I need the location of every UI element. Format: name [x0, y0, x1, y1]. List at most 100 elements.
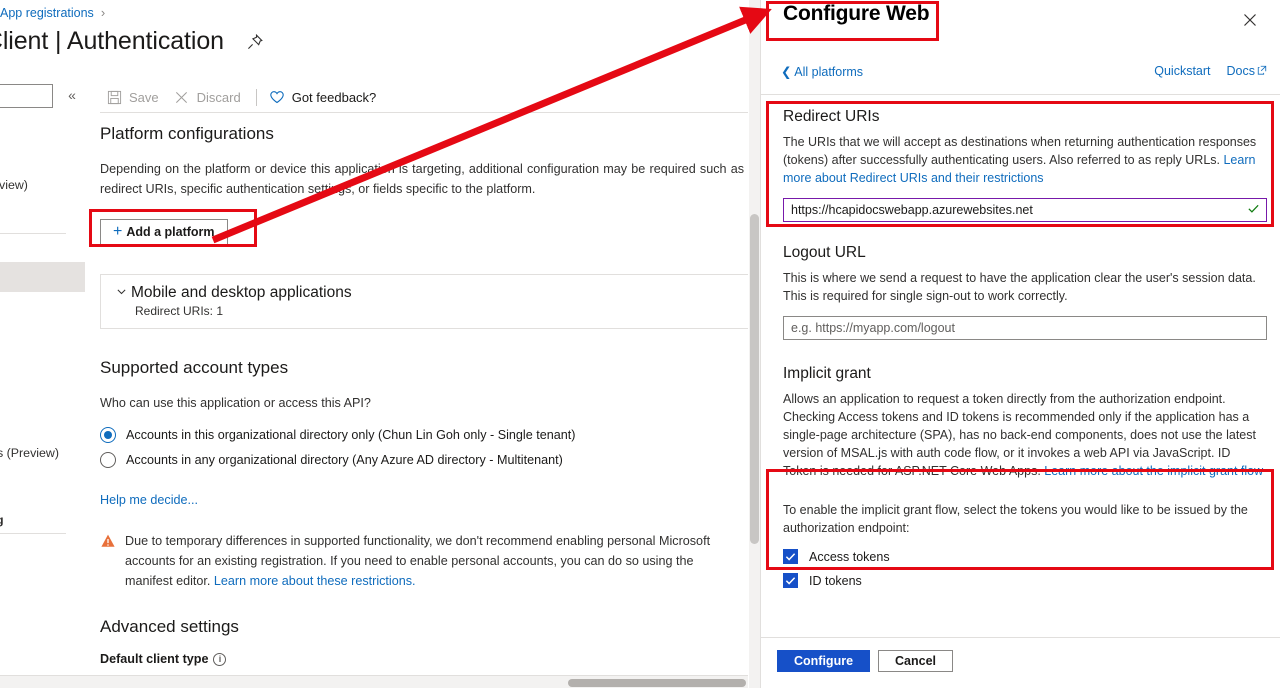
add-a-platform-button[interactable]: + Add a platform: [100, 219, 228, 245]
default-client-type-row: Default client type i: [100, 652, 748, 666]
redirect-uris-description: The URIs that we will accept as destinat…: [783, 135, 1257, 167]
logout-url-section: Logout URL This is where we send a reque…: [761, 222, 1280, 340]
advanced-settings-heading: Advanced settings: [100, 617, 239, 636]
main-content-area: App registrations › thcareClient | Authen…: [0, 0, 748, 688]
save-label: Save: [129, 89, 159, 105]
help-me-decide-link[interactable]: Help me decide...: [100, 493, 198, 507]
add-a-platform-label: Add a platform: [126, 225, 215, 239]
got-feedback-button[interactable]: Got feedback?: [263, 82, 386, 112]
restrictions-learn-more-link[interactable]: Learn more about these restrictions.: [214, 574, 416, 588]
platform-card-mobile-desktop[interactable]: Mobile and desktop applications Redirect…: [100, 274, 748, 329]
authentication-settings: Platform configurations Depending on the…: [100, 124, 748, 688]
radio-row-single-tenant[interactable]: Accounts in this organizational director…: [100, 427, 748, 443]
page-title: thcareClient | Authentication: [0, 27, 224, 55]
default-client-type-label: Default client type: [100, 652, 209, 666]
logout-url-description: This is where we send a request to have …: [783, 271, 1256, 303]
platform-card-header: Mobile and desktop applications: [101, 284, 748, 302]
redirect-uri-input[interactable]: [783, 198, 1267, 222]
platform-card-title: Mobile and desktop applications: [131, 284, 352, 301]
checkmark-icon: [1247, 202, 1260, 218]
redirect-uri-input-wrap: [783, 198, 1267, 222]
rail-divider-2: [0, 533, 66, 534]
page-title-row: thcareClient | Authentication: [0, 27, 264, 56]
all-platforms-label: All platforms: [794, 65, 864, 79]
info-icon[interactable]: i: [213, 653, 227, 666]
personal-accounts-warning: Due to temporary differences in supporte…: [100, 531, 720, 591]
checkbox-access-tokens[interactable]: [783, 549, 798, 564]
discard-label: Discard: [196, 89, 241, 105]
implicit-grant-tokens-section: To enable the implicit grant flow, selec…: [761, 480, 1280, 588]
panel-footer-rule: [761, 637, 1280, 638]
implicit-grant-learn-more-link[interactable]: Learn more about the implicit grant flow: [1044, 464, 1263, 478]
docs-link[interactable]: Docs: [1227, 64, 1267, 78]
command-bar-divider: [255, 88, 257, 106]
search-input[interactable]: [0, 84, 53, 108]
radio-multitenant[interactable]: [100, 452, 116, 468]
redirect-uris-heading: Redirect URIs: [783, 108, 880, 125]
save-button[interactable]: Save: [100, 82, 168, 112]
chevron-down-icon[interactable]: [115, 285, 131, 301]
warning-text: Due to temporary differences in supporte…: [125, 534, 711, 588]
radio-single-tenant[interactable]: [100, 427, 116, 443]
checkbox-row-id-tokens[interactable]: ID tokens: [783, 573, 1263, 588]
collapse-menu-button[interactable]: «: [62, 85, 82, 105]
redirect-uris-description-block: The URIs that we will accept as destinat…: [783, 133, 1263, 187]
rail-fragment-connectors: ors (Preview): [0, 446, 59, 460]
horizontal-scrollbar-thumb[interactable]: [568, 679, 746, 687]
checkbox-row-access-tokens[interactable]: Access tokens: [783, 549, 1263, 564]
panel-title: Configure Web: [783, 2, 930, 25]
plus-icon: +: [113, 223, 123, 240]
horizontal-scrollbar[interactable]: [0, 675, 748, 688]
rail-divider-1: [0, 233, 66, 234]
panel-help-links: Quickstart Docs: [1154, 64, 1267, 78]
panel-footer: Configure Cancel: [777, 650, 954, 672]
implicit-grant-heading: Implicit grant: [783, 365, 871, 382]
warning-icon: [100, 533, 116, 549]
platform-configurations-heading: Platform configurations: [100, 124, 274, 143]
panel-body: Redirect URIs The URIs that we will acce…: [761, 100, 1280, 588]
discard-icon: [174, 89, 190, 105]
checkbox-label-id-tokens: ID tokens: [809, 573, 862, 588]
chevron-left-icon: ❮: [781, 65, 792, 79]
save-icon: [106, 89, 122, 105]
external-link-icon: [1257, 64, 1267, 78]
configure-button[interactable]: Configure: [777, 650, 871, 672]
redirect-uris-section: Redirect URIs The URIs that we will acce…: [761, 100, 1280, 222]
breadcrumb: App registrations ›: [0, 5, 105, 20]
platform-configurations-description: Depending on the platform or device this…: [100, 162, 744, 196]
breadcrumb-app-registrations[interactable]: App registrations: [0, 6, 94, 20]
rail-selected-item: [0, 262, 85, 292]
quickstart-link[interactable]: Quickstart: [1154, 64, 1210, 78]
radio-row-multitenant[interactable]: Accounts in any organizational directory…: [100, 452, 748, 468]
command-bar-rule: [100, 112, 748, 113]
implicit-grant-section: Implicit grant Allows an application to …: [761, 340, 1280, 480]
breadcrumb-separator: ›: [100, 5, 106, 20]
rail-fragment-preview: review): [0, 178, 28, 192]
all-platforms-back-link[interactable]: ❮ All platforms: [781, 64, 863, 79]
radio-label-multitenant: Accounts in any organizational directory…: [126, 453, 563, 467]
platform-card-subtitle: Redirect URIs: 1: [135, 304, 224, 318]
rail-fragment-heading: g: [0, 513, 4, 527]
supported-account-types-heading: Supported account types: [100, 358, 289, 377]
logout-url-input[interactable]: [783, 316, 1267, 340]
docs-label: Docs: [1226, 64, 1255, 78]
panel-header-rule: [761, 94, 1280, 95]
cancel-button[interactable]: Cancel: [878, 650, 954, 672]
got-feedback-label: Got feedback?: [291, 89, 377, 105]
heart-icon: [269, 89, 285, 105]
logout-url-heading: Logout URL: [783, 244, 866, 261]
discard-button[interactable]: Discard: [168, 82, 250, 112]
close-icon[interactable]: [1237, 7, 1263, 33]
implicit-grant-description-block: Allows an application to request a token…: [783, 390, 1267, 480]
warning-text-block: Due to temporary differences in supporte…: [125, 531, 720, 591]
azure-portal-screenshot: App registrations › thcareClient | Authen…: [0, 0, 1280, 688]
radio-label-single-tenant: Accounts in this organizational director…: [126, 428, 576, 442]
implicit-grant-instruction: To enable the implicit grant flow, selec…: [783, 503, 1248, 535]
checkbox-id-tokens[interactable]: [783, 573, 798, 588]
configure-web-panel: Configure Web ❮ All platforms Quickstart…: [760, 0, 1280, 688]
command-bar: Save Discard Got feedback?: [100, 82, 385, 112]
pin-icon[interactable]: [246, 33, 264, 51]
main-vertical-scrollbar-thumb[interactable]: [750, 214, 759, 544]
checkbox-label-access-tokens: Access tokens: [809, 549, 890, 564]
supported-account-types-question: Who can use this application or access t…: [100, 396, 371, 410]
